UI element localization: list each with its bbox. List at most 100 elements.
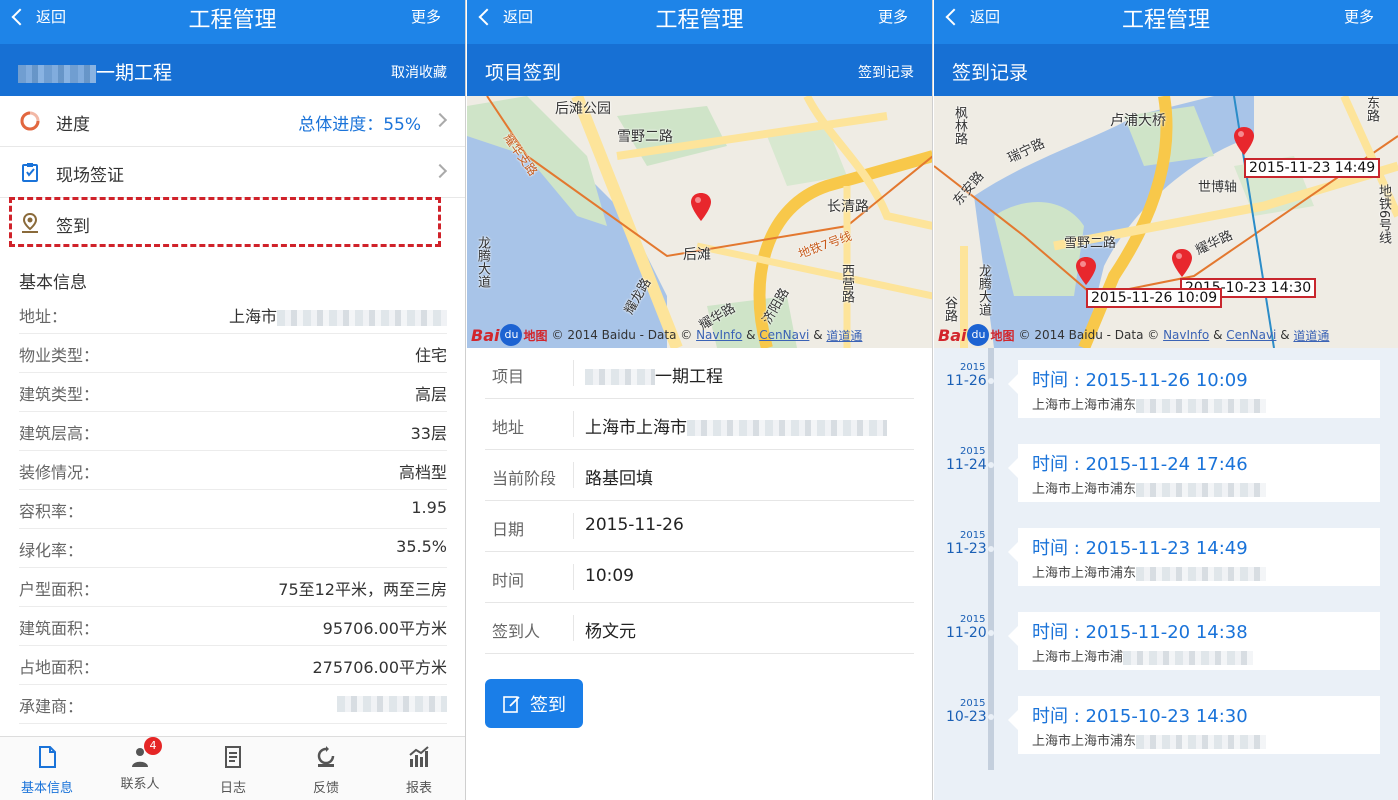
field-label: 日期	[492, 520, 525, 539]
info-value-text: 35.5%	[396, 537, 447, 556]
record-date: 11-20	[946, 625, 987, 641]
records-timeline: 2015 11-26 时间 : 2015-11-26 10:09 上海市上海市浦东 20…	[934, 348, 1398, 800]
project-value: 一期工程	[655, 367, 723, 387]
location-pin-icon[interactable]	[1074, 256, 1098, 286]
more-button[interactable]: 更多	[1344, 6, 1374, 27]
info-value: 住宅	[415, 342, 447, 366]
menu-site-visa[interactable]: 现场签证	[0, 147, 465, 198]
record-card[interactable]: 时间 : 2015-11-24 17:46 上海市上海市浦东	[1008, 444, 1380, 502]
record-item[interactable]: 2015 11-23 时间 : 2015-11-23 14:49 上海市上海市浦东	[934, 528, 1398, 588]
copyright-amp: &	[1213, 328, 1223, 342]
map-copyright: Bai du 地图 © 2014 Baidu - Data © NavInfo …	[471, 324, 862, 346]
more-button[interactable]: 更多	[878, 6, 908, 27]
info-value-text: 33层	[410, 424, 447, 443]
record-card[interactable]: 时间 : 2015-11-26 10:09 上海市上海市浦东	[1008, 360, 1380, 418]
baidu-logo-text: Bai	[938, 325, 967, 345]
record-address: 上海市上海市浦东	[1032, 478, 1267, 497]
info-key: 占地面积：	[19, 658, 100, 677]
sub-title: 项目签到	[485, 62, 562, 84]
info-value: 高层	[415, 381, 447, 405]
info-value-text: 住宅	[414, 346, 447, 365]
info-value-text: 高层	[414, 385, 447, 404]
page-title: 工程管理	[655, 8, 744, 33]
location-pin-icon[interactable]	[1170, 248, 1194, 278]
daodao-link[interactable]: 道道通	[826, 327, 862, 344]
field-label: 当前阶段	[492, 469, 557, 488]
map-label: 后滩	[683, 247, 711, 263]
record-address-text: 上海市上海市浦东	[1032, 566, 1137, 581]
info-key: 建筑层高：	[19, 424, 100, 443]
report-chart-icon	[409, 746, 429, 767]
info-value: 275706.00平方米	[312, 654, 447, 678]
info-value-text: 1.95	[411, 498, 447, 517]
cennavi-link[interactable]: CenNavi	[759, 328, 809, 342]
record-card[interactable]: 时间 : 2015-11-23 14:49 上海市上海市浦东	[1008, 528, 1380, 586]
info-row: 户型面积： 75至12平米，两至三房	[19, 568, 447, 607]
tab-label: 报表	[405, 781, 432, 796]
location-pin-icon[interactable]	[1232, 126, 1256, 156]
info-row: 建筑层高： 33层	[19, 412, 447, 451]
info-value: 75至12平米，两至三房	[278, 576, 447, 600]
record-item[interactable]: 2015 10-23 时间 : 2015-10-23 14:30 上海市上海市浦东	[934, 696, 1398, 756]
menu-progress[interactable]: 进度 总体进度：55%	[0, 96, 465, 147]
navinfo-link[interactable]: NavInfo	[696, 328, 742, 342]
info-key: 地址：	[19, 307, 68, 326]
project-name: 一期工程	[96, 62, 173, 84]
location-pin-icon[interactable]	[689, 192, 713, 222]
record-card[interactable]: 时间 : 2015-10-23 14:30 上海市上海市浦东	[1008, 696, 1380, 754]
sub-header: 签到记录	[934, 44, 1398, 96]
map-label: 雪野二路	[617, 129, 673, 145]
redacted-text	[337, 695, 447, 712]
redacted-text	[1136, 566, 1267, 581]
copyright-text: © 2014 Baidu - Data ©	[551, 328, 693, 342]
tab-basic-info[interactable]: 基本信息	[2, 745, 92, 796]
map-label: 龙腾大道	[976, 264, 991, 316]
divider	[573, 564, 574, 590]
tab-label: 反馈	[312, 781, 339, 796]
map-view[interactable]: 卢浦大桥 枫林路 瑞宁路 东安路 世博轴 雪野二路 耀华路 龙腾大道 谷路 地铁…	[934, 96, 1398, 348]
page-title: 工程管理	[188, 8, 277, 33]
section-title: 基本信息	[19, 273, 87, 293]
sub-title: 签到记录	[952, 62, 1029, 84]
field-value: 10:09	[585, 566, 634, 586]
info-key: 户型面积：	[19, 580, 100, 599]
tab-report[interactable]: 报表	[374, 745, 464, 796]
record-item[interactable]: 2015 11-20 时间 : 2015-11-20 14:38 上海市上海市浦	[934, 612, 1398, 672]
cennavi-link[interactable]: CenNavi	[1226, 328, 1276, 342]
record-address-text: 上海市上海市浦东	[1032, 482, 1137, 497]
check-in-button[interactable]: 签到	[485, 679, 583, 728]
baidu-map-text: 地图	[523, 328, 548, 343]
unfavorite-button[interactable]: 取消收藏	[391, 62, 447, 82]
map-view[interactable]: 后滩公园 雪野二路 长清路 后滩 地铁7号线 西营路 耀龙路 耀华路 济阳路 龙…	[467, 96, 932, 348]
info-value: 33层	[411, 420, 447, 444]
info-value: 35.5%	[396, 537, 447, 556]
record-item[interactable]: 2015 11-26 时间 : 2015-11-26 10:09 上海市上海市浦东	[934, 360, 1398, 420]
record-time: 时间 : 2015-11-26 10:09	[1032, 370, 1248, 391]
daodao-link[interactable]: 道道通	[1293, 327, 1329, 344]
tab-feedback[interactable]: 反馈	[281, 745, 371, 796]
copyright-amp: &	[1280, 328, 1290, 342]
divider	[573, 513, 574, 539]
form-row-stage: 当前阶段 路基回填	[485, 450, 914, 501]
tab-log[interactable]: 日志	[188, 745, 278, 796]
record-item[interactable]: 2015 11-24 时间 : 2015-11-24 17:46 上海市上海市浦东	[934, 444, 1398, 504]
menu-label: 现场签证	[56, 166, 124, 186]
check-in-records-button[interactable]: 签到记录	[858, 62, 914, 82]
info-key: 建筑面积：	[19, 619, 100, 638]
top-bar: 返回 工程管理 更多	[467, 0, 932, 44]
map-label: 世博轴	[1198, 180, 1238, 195]
navinfo-link[interactable]: NavInfo	[1163, 328, 1209, 342]
map-label: 枫林路	[952, 106, 967, 145]
record-time: 时间 : 2015-11-23 14:49	[1032, 538, 1248, 559]
redacted-text	[1123, 650, 1254, 665]
redacted-text	[1136, 734, 1267, 749]
record-card[interactable]: 时间 : 2015-11-20 14:38 上海市上海市浦	[1008, 612, 1380, 670]
baidu-paw-icon: du	[500, 324, 523, 346]
form-row-project: 项目 一期工程	[485, 348, 914, 399]
address-value: 上海市上海市	[585, 418, 687, 438]
tab-contacts[interactable]: 4 联系人	[95, 737, 185, 792]
project-title: 一期工程	[18, 58, 172, 85]
more-button[interactable]: 更多	[411, 6, 441, 27]
project-detail-screen: 返回 工程管理 更多 一期工程 取消收藏 进度 总体进度：55% 现场签证 签到…	[0, 0, 466, 800]
info-row: 绿化率： 35.5%	[19, 529, 447, 568]
